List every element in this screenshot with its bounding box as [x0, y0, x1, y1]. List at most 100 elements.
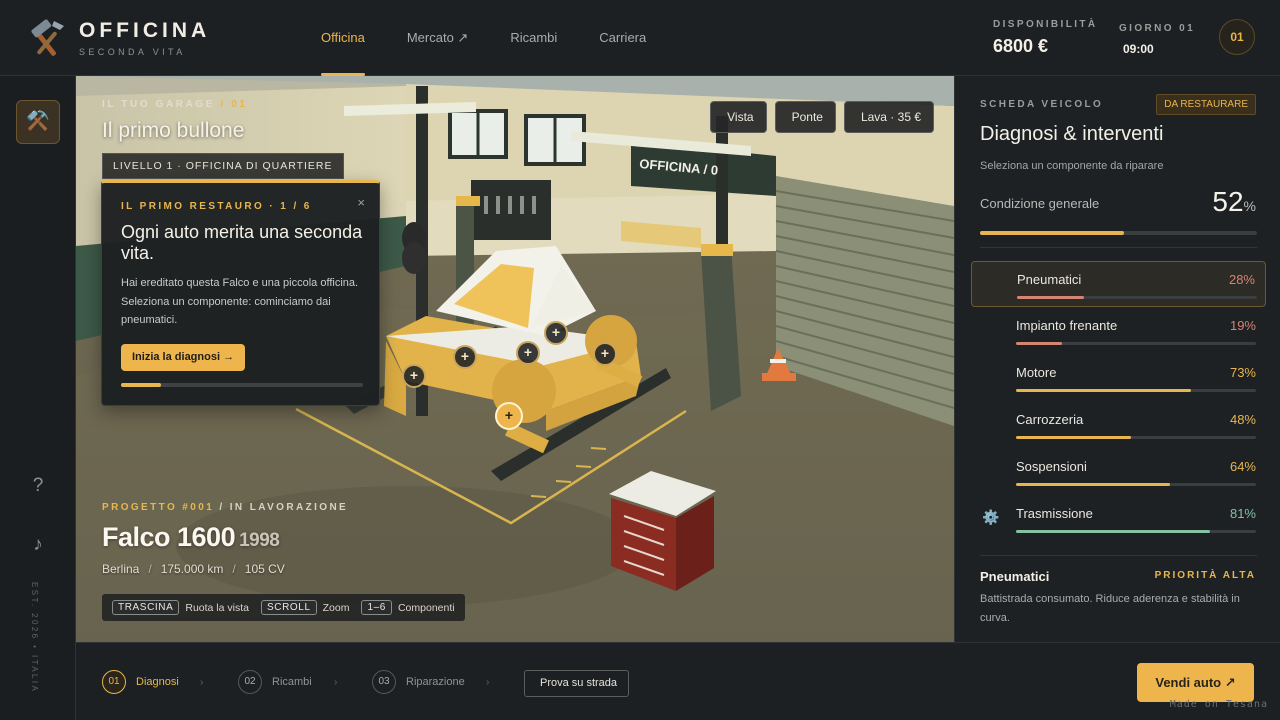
help-icon: ? — [32, 475, 44, 496]
panel-title: Diagnosi & interventi — [980, 123, 1164, 145]
divider — [980, 555, 1257, 556]
car-model: Falco 1600 — [102, 522, 236, 552]
nav-officina[interactable]: Officina — [300, 0, 386, 76]
tutorial-body: Hai ereditato questa Falco e una piccola… — [121, 277, 359, 326]
garage-eyebrow-label: IL TUO GARAGE — [102, 99, 216, 110]
road-test-label: Prova su strada — [540, 677, 618, 689]
hotspot-component[interactable]: + — [453, 345, 477, 369]
lift-button-label: Ponte — [791, 110, 823, 124]
garage-level-badge: LIVELLO 1 · OFFICINA DI QUARTIERE — [102, 153, 344, 179]
availability-value: 6800 € — [993, 36, 1049, 56]
panel-eyebrow: SCHEDA VEICOLO — [980, 99, 1104, 110]
left-sidebar: ⚒️ ? ♪ EST. 2026 • ITALIA — [0, 76, 76, 720]
close-icon[interactable]: × — [357, 195, 365, 210]
time-readout: 09:00 — [1119, 42, 1195, 56]
condition-bar-fill — [980, 231, 1125, 235]
chevron-right-icon: › — [486, 677, 490, 688]
music-button[interactable]: ♪ — [16, 523, 60, 567]
step-label: Ricambi — [272, 676, 312, 688]
condition-label: Condizione generale — [980, 196, 1100, 211]
sidebar-garage-button[interactable] — [16, 158, 60, 202]
vehicle-panel: SCHEDA VEICOLO DA RESTAURARE Diagnosi & … — [954, 76, 1280, 642]
component-row-sospensioni[interactable]: Sospensioni 64% — [971, 449, 1266, 495]
tutorial-progress — [121, 383, 363, 387]
sidebar-inventory-button[interactable] — [16, 276, 60, 320]
hotspot-component[interactable]: + — [516, 341, 540, 365]
detail-description: Battistrada consumato. Riduce aderenza e… — [980, 593, 1240, 624]
help-button[interactable]: ? — [16, 464, 60, 508]
hotspot-component[interactable]: + — [544, 321, 568, 345]
project-code: PROGETTO #001 — [102, 502, 215, 513]
controls-hint: TRASCINA Ruota la vista SCROLL Zoom 1–6 Com… — [102, 594, 465, 621]
wash-button-label: Lava · 35 € — [860, 110, 921, 124]
day-stat: GIORNO 01 09:00 — [1119, 23, 1195, 56]
condition-bar — [980, 231, 1257, 235]
panel-subtitle: Seleziona un componente da riparare — [980, 160, 1164, 172]
step-riparazione[interactable]: 03 Riparazione — [372, 670, 465, 694]
component-bar-fill — [1016, 436, 1132, 439]
garage-scene[interactable]: OFFICINA / 0 IL TUO GARAGE / 01 Il primo… — [76, 76, 954, 642]
music-note-icon: ♪ — [33, 534, 43, 555]
step-ricambi[interactable]: 02 Ricambi — [238, 670, 312, 694]
start-diagnosis-button[interactable]: Inizia la diagnosi → — [121, 344, 246, 371]
garage-title: Il primo bullone — [102, 119, 245, 142]
road-test-button[interactable]: Prova su strada — [524, 670, 630, 697]
component-bar — [1016, 436, 1256, 439]
component-row-motore[interactable]: Motore 73% — [971, 355, 1266, 401]
component-bar — [1016, 389, 1256, 392]
component-row-carrozzeria[interactable]: Carrozzeria 48% — [971, 402, 1266, 448]
tutorial-card: IL PRIMO RESTAURO · 1 / 6 × Ogni auto me… — [101, 180, 380, 406]
step-diagnosi[interactable]: 01 Diagnosi — [102, 670, 179, 694]
garage-eyebrow: IL TUO GARAGE / 01 — [102, 99, 248, 110]
sidebar-stats-button[interactable] — [16, 335, 60, 379]
component-percent: 48% — [1229, 412, 1256, 427]
nav-ricambi[interactable]: Ricambi — [489, 0, 578, 76]
brand-subtitle: SECONDA VITA — [79, 47, 186, 57]
component-name: Pneumatici — [1017, 272, 1082, 287]
hotspot-component[interactable]: + — [402, 364, 426, 388]
chevron-right-icon: › — [334, 677, 338, 688]
component-bar — [1017, 296, 1257, 299]
time-value: 09:00 — [1123, 42, 1154, 56]
garage-number: / 01 — [220, 99, 248, 110]
step-number: 03 — [372, 670, 396, 694]
top-bar: OFFICINA SECONDA VITA Officina Mercato ↗… — [0, 0, 1280, 76]
gear-icon: ⚙️ — [982, 509, 1000, 525]
day-badge[interactable]: 01 — [1219, 19, 1255, 55]
nav-mercato[interactable]: Mercato ↗ — [386, 0, 489, 76]
component-percent: 28% — [1228, 272, 1255, 287]
component-row-trasmissione[interactable]: ⚙️ Trasmissione 81% — [971, 496, 1266, 542]
hotspot-tire-active[interactable]: + — [495, 402, 523, 430]
car-power: 105 CV — [244, 562, 285, 576]
component-percent: 73% — [1229, 365, 1256, 380]
project-car-name: Falco 1600 1998 — [102, 522, 280, 553]
component-bar-fill — [1017, 296, 1085, 299]
sidebar-workshop-button[interactable]: ⚒️ — [16, 100, 60, 144]
step-number: 02 — [238, 670, 262, 694]
wash-button[interactable]: Lava · 35 € — [843, 101, 934, 133]
project-status: / IN LAVORAZIONE — [219, 502, 349, 513]
nav-carriera[interactable]: Carriera — [578, 0, 667, 76]
availability-label: DISPONIBILITÀ — [993, 19, 1098, 30]
component-row-impianto-frenante[interactable]: Impianto frenante 19% — [971, 308, 1266, 354]
component-name: Motore — [1016, 365, 1057, 380]
component-row-pneumatici[interactable]: Pneumatici 28% — [971, 261, 1266, 307]
component-name: Impianto frenante — [1016, 318, 1118, 333]
view-button[interactable]: Vista — [710, 101, 767, 133]
number-keys: 1–6 — [361, 600, 392, 615]
sidebar-documents-button[interactable] — [16, 217, 60, 261]
scroll-key-label: Zoom — [322, 601, 350, 614]
sell-car-button[interactable]: Vendi auto ↗ — [1137, 663, 1254, 702]
tutorial-step: IL PRIMO RESTAURO · 1 / 6 — [121, 201, 312, 212]
chevron-right-icon: › — [200, 677, 204, 688]
scene-toolbar: Vista Ponte Lava · 35 € — [710, 101, 934, 133]
availability-stat: DISPONIBILITÀ 6800 € — [993, 19, 1098, 57]
component-name: Trasmissione — [1016, 506, 1093, 521]
drag-key-label: Ruota la vista — [185, 601, 249, 614]
component-bar-fill — [1016, 483, 1170, 486]
component-name: Sospensioni — [1016, 459, 1087, 474]
made-with-watermark: Made on Tesana — [1169, 699, 1268, 710]
hotspot-component[interactable]: + — [593, 342, 617, 366]
hammer-wrench-logo-icon — [31, 19, 64, 56]
lift-button[interactable]: Ponte — [774, 101, 836, 133]
